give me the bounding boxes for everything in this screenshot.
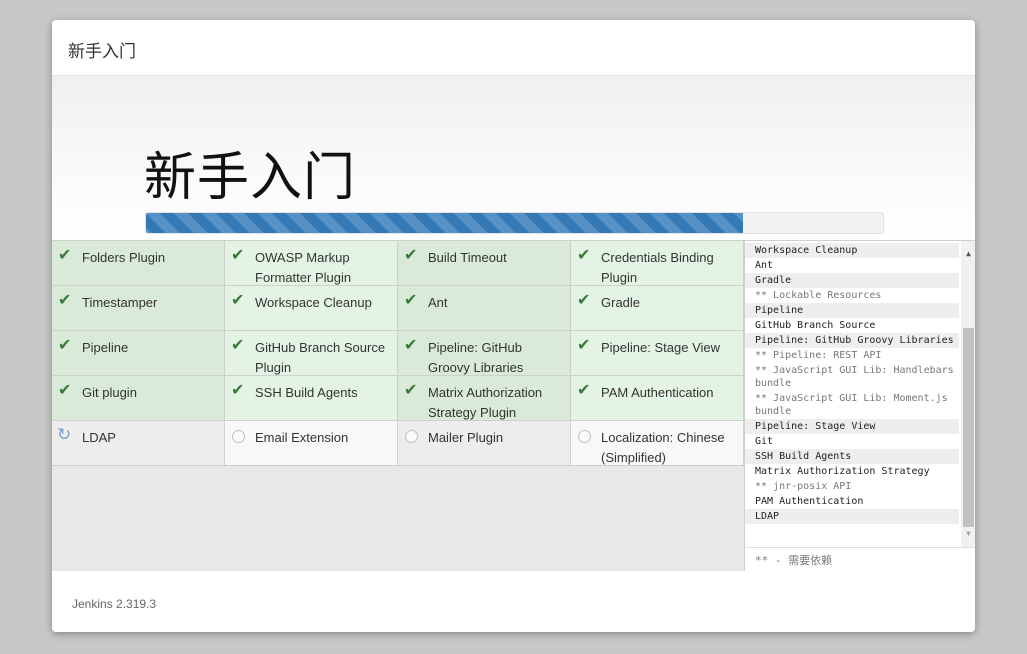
- log-line: SSH Build Agents: [745, 449, 959, 464]
- check-icon: ✔: [404, 337, 418, 354]
- log-line: Git: [755, 436, 774, 447]
- jenkins-version: Jenkins 2.319.3: [72, 597, 157, 611]
- plugin-item: Localization: Chinese (Simplified): [571, 421, 744, 466]
- plugin-item: Mailer Plugin: [398, 421, 571, 466]
- plugin-label: Gradle: [601, 295, 641, 310]
- scroll-up-arrow-icon[interactable]: ▲: [961, 247, 975, 261]
- plugin-item: ✔ Timestamper: [52, 286, 225, 331]
- plugin-item: ✔ Matrix Authorization Strategy Plugin: [398, 376, 571, 421]
- plugin-item: ✔ GitHub Branch Source Plugin: [225, 331, 398, 376]
- plugin-label: Pipeline: [82, 340, 129, 355]
- plugin-item: ↻ LDAP: [52, 421, 225, 466]
- plugin-item: ✔ SSH Build Agents: [225, 376, 398, 421]
- log-line: LDAP: [745, 509, 959, 524]
- setup-wizard-dialog: 新手入门 新手入门 ✔ Folders Plugin ✔ OWASP Markup F…: [52, 20, 975, 632]
- plugin-label: Mailer Plugin: [428, 430, 504, 445]
- plugin-item: ✔ Credentials Binding Plugin: [571, 241, 744, 286]
- plugin-item: Email Extension: [225, 421, 398, 466]
- check-icon: ✔: [231, 292, 245, 309]
- log-line: PAM Authentication: [755, 496, 864, 507]
- log-dependency-line: ** Pipeline: REST API: [755, 350, 882, 361]
- log-line: Ant: [755, 260, 774, 271]
- check-icon: ✔: [58, 292, 72, 309]
- plugin-item: ✔ Gradle: [571, 286, 744, 331]
- plugin-label: Email Extension: [255, 430, 349, 445]
- log-legend: ** - 需要依赖: [744, 547, 975, 571]
- plugin-label: Workspace Cleanup: [255, 295, 372, 310]
- log-dependency-line: ** JavaScript GUI Lib: Handlebars bundle: [755, 365, 954, 389]
- refresh-spinner-icon: ↻: [57, 425, 72, 444]
- check-icon: ✔: [58, 247, 72, 264]
- plugin-label: OWASP Markup Formatter Plugin: [255, 250, 352, 285]
- plugin-label: SSH Build Agents: [255, 385, 358, 400]
- plugin-grid: ✔ Folders Plugin ✔ OWASP Markup Formatter P…: [52, 241, 744, 466]
- check-icon: ✔: [577, 337, 591, 354]
- check-icon: ✔: [404, 247, 418, 264]
- plugin-label: Git plugin: [82, 385, 137, 400]
- check-icon: ✔: [404, 292, 418, 309]
- log-dependency-line: ** jnr-posix API: [755, 481, 852, 492]
- dialog-title: 新手入门: [68, 42, 136, 61]
- plugin-item: ✔ Build Timeout: [398, 241, 571, 286]
- check-icon: ✔: [577, 292, 591, 309]
- plugin-item: ✔ Pipeline: GitHub Groovy Libraries: [398, 331, 571, 376]
- scroll-down-arrow-icon[interactable]: ▼: [961, 527, 975, 541]
- install-progress-fill: [146, 213, 743, 233]
- check-icon: ✔: [231, 382, 245, 399]
- plugin-item: ✔ Ant: [398, 286, 571, 331]
- plugin-item: ✔ Workspace Cleanup: [225, 286, 398, 331]
- log-line: Gradle: [745, 273, 959, 288]
- check-icon: ✔: [577, 382, 591, 399]
- log-line: Workspace Cleanup: [745, 243, 959, 258]
- check-icon: ✔: [231, 337, 245, 354]
- plugin-label: Ant: [428, 295, 448, 310]
- pending-circle-icon: [578, 430, 591, 443]
- log-line: Pipeline: [745, 303, 959, 318]
- plugin-install-area: ✔ Folders Plugin ✔ OWASP Markup Formatter P…: [52, 240, 975, 572]
- plugin-label: Localization: Chinese (Simplified): [601, 430, 725, 465]
- scroll-thumb[interactable]: [963, 328, 974, 527]
- dialog-footer: Jenkins 2.319.3: [52, 571, 975, 632]
- plugin-label: Build Timeout: [428, 250, 507, 265]
- plugin-item: ✔ Folders Plugin: [52, 241, 225, 286]
- pending-circle-icon: [232, 430, 245, 443]
- hero-banner: 新手入门: [52, 76, 975, 240]
- install-log-list: Workspace Cleanup Ant Gradle ** Lockable Re…: [745, 243, 959, 524]
- log-scrollbar[interactable]: ▲ ▼: [961, 241, 975, 547]
- plugin-label: Pipeline: Stage View: [601, 340, 721, 355]
- plugin-item: ✔ PAM Authentication: [571, 376, 744, 421]
- plugin-label: Credentials Binding Plugin: [601, 250, 714, 285]
- plugin-label: Matrix Authorization Strategy Plugin: [428, 385, 543, 420]
- log-dependency-line: ** JavaScript GUI Lib: Moment.js bundle: [755, 393, 948, 417]
- check-icon: ✔: [404, 382, 418, 399]
- log-dependency-line: ** Lockable Resources: [755, 290, 882, 301]
- check-icon: ✔: [577, 247, 591, 264]
- plugin-item: ✔ OWASP Markup Formatter Plugin: [225, 241, 398, 286]
- check-icon: ✔: [58, 382, 72, 399]
- log-line: GitHub Branch Source: [755, 320, 876, 331]
- plugin-label: Folders Plugin: [82, 250, 166, 265]
- install-progress-bar: [145, 212, 884, 234]
- check-icon: ✔: [58, 337, 72, 354]
- plugin-item: ✔ Pipeline: [52, 331, 225, 376]
- hero-title: 新手入门: [144, 149, 357, 207]
- dialog-header: 新手入门: [52, 20, 975, 76]
- plugin-label: PAM Authentication: [601, 385, 714, 400]
- log-line: Pipeline: GitHub Groovy Libraries: [745, 333, 959, 348]
- install-log-panel[interactable]: Workspace Cleanup Ant Gradle ** Lockable Re…: [744, 241, 975, 547]
- plugin-item: ✔ Git plugin: [52, 376, 225, 421]
- pending-circle-icon: [405, 430, 418, 443]
- plugin-label: Pipeline: GitHub Groovy Libraries: [428, 340, 524, 375]
- plugin-label: Timestamper: [82, 295, 158, 310]
- log-line: Pipeline: Stage View: [745, 419, 959, 434]
- check-icon: ✔: [231, 247, 245, 264]
- plugin-item: ✔ Pipeline: Stage View: [571, 331, 744, 376]
- plugin-label: GitHub Branch Source Plugin: [255, 340, 386, 375]
- plugin-label: LDAP: [82, 430, 116, 445]
- log-line: Matrix Authorization Strategy: [755, 466, 930, 477]
